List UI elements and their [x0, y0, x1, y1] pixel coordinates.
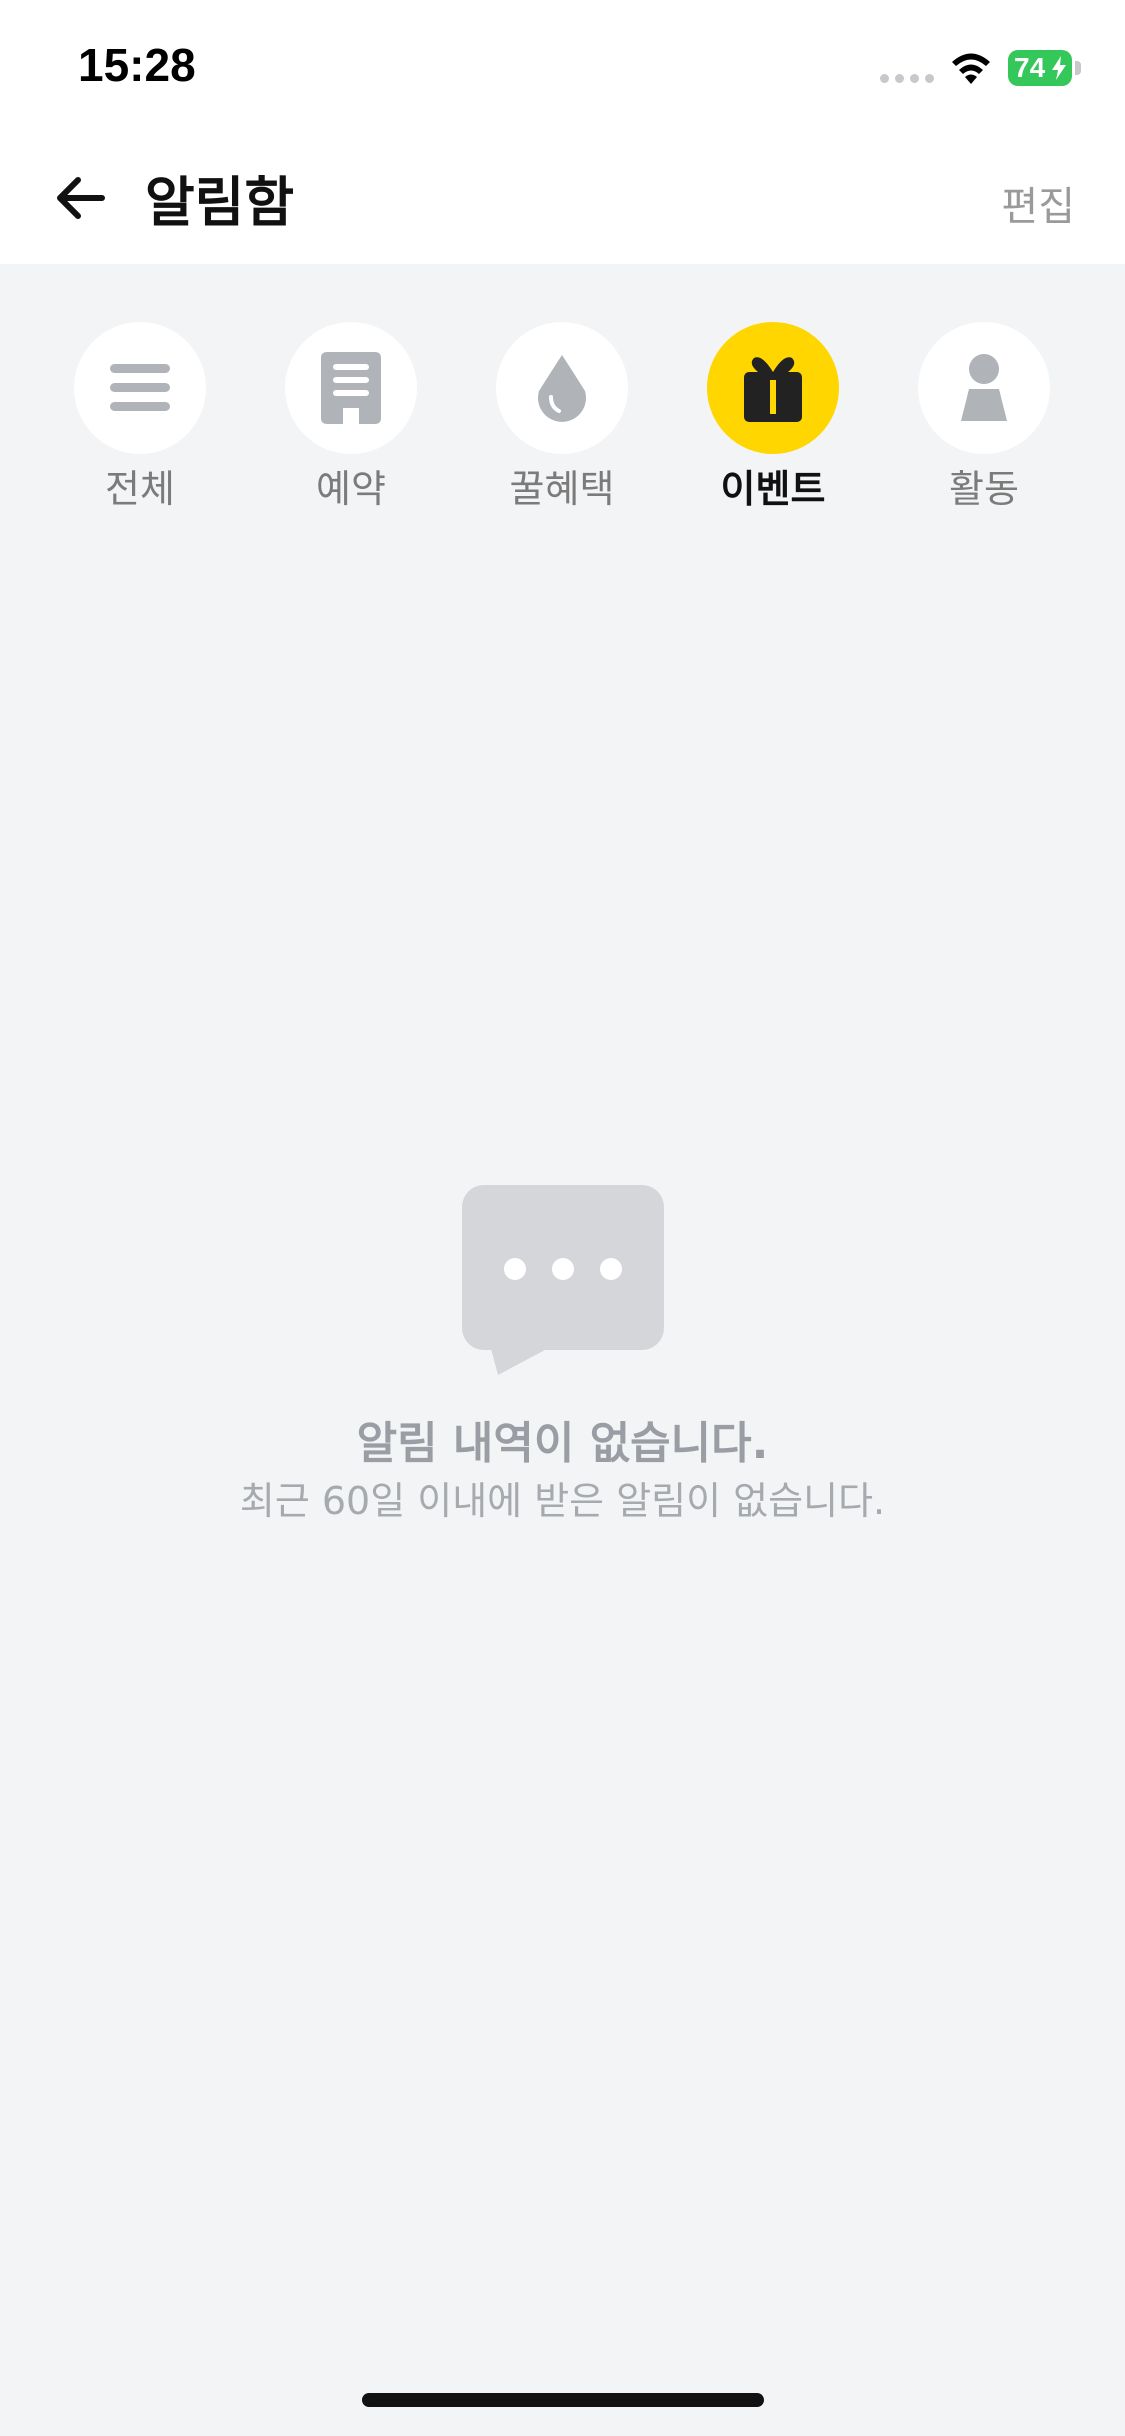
battery-icon: 74	[1008, 50, 1072, 86]
battery-cap	[1075, 61, 1081, 75]
category-reservation[interactable]: 예약	[281, 322, 421, 522]
chat-bubble-icon	[462, 1185, 664, 1375]
category-event-label: 이벤트	[720, 467, 826, 511]
droplet-icon	[538, 355, 586, 422]
category-benefits[interactable]: 꿀혜택	[492, 322, 632, 522]
person-icon	[961, 354, 1007, 421]
back-arrow-icon[interactable]	[50, 170, 120, 226]
category-all[interactable]: 전체	[70, 322, 210, 522]
category-filter-bar: 전체 예약 꿀혜택 이벤트 활동	[0, 322, 1125, 522]
category-reservation-label: 예약	[316, 467, 386, 511]
category-reservation-circle	[285, 322, 417, 454]
category-all-label: 전체	[105, 467, 175, 511]
empty-state-title: 알림 내역이 없습니다.	[356, 1418, 769, 1469]
category-activity-circle	[918, 322, 1050, 454]
category-benefits-circle	[496, 322, 628, 454]
status-time: 15:28	[78, 39, 196, 91]
receipt-icon	[321, 352, 381, 424]
category-benefits-label: 꿀혜택	[509, 467, 615, 511]
category-event-circle	[707, 322, 839, 454]
gift-icon	[744, 357, 802, 422]
home-indicator	[362, 2393, 764, 2407]
battery-level: 74	[1014, 52, 1046, 83]
status-bar: 15:28 74	[0, 0, 1125, 130]
category-event[interactable]: 이벤트	[703, 322, 843, 522]
charging-bolt-icon	[1052, 56, 1066, 80]
edit-button[interactable]: 편집	[1001, 174, 1075, 232]
nav-header: 알림함 편집	[0, 130, 1125, 264]
page-title: 알림함	[145, 171, 295, 234]
category-all-circle	[74, 322, 206, 454]
empty-state-subtitle: 최근 60일 이내에 받은 알림이 없습니다.	[239, 1479, 886, 1523]
cellular-signal-icon	[880, 74, 936, 84]
category-activity[interactable]: 활동	[914, 322, 1054, 522]
wifi-icon	[952, 53, 990, 84]
menu-icon	[110, 364, 170, 411]
category-activity-label: 활동	[949, 467, 1019, 511]
